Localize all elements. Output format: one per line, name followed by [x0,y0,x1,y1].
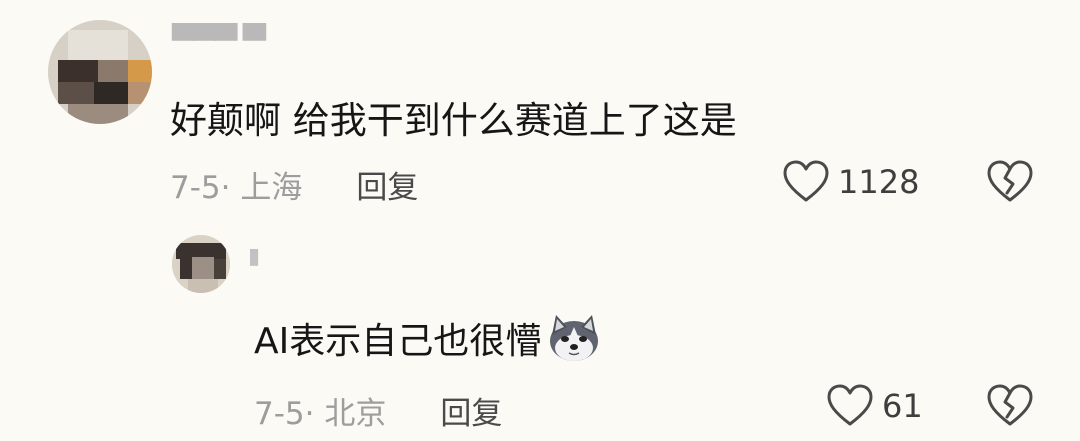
username[interactable]: ▀▀▀ ▀ [172,24,266,59]
reply-meta: 7-5· 北京 回复 [254,388,502,433]
like-button[interactable]: 61 [826,384,923,428]
comment-text: 好颠啊 给我干到什么赛道上了这是 [170,99,737,142]
avatar[interactable] [172,235,230,293]
like-count: 1128 [838,163,920,201]
reply-button[interactable]: 回复 [440,388,502,433]
comment-meta: 7-5· 上海 回复 [170,162,418,207]
reply-date-location: 7-5· 北京 [254,396,387,432]
broken-heart-icon [986,160,1034,204]
reply-text-content: AI表示自己也很懵 [254,321,542,362]
dislike-button[interactable] [986,160,1034,204]
reply-button[interactable]: 回复 [356,162,418,207]
like-button[interactable]: 1128 [782,160,919,204]
avatar[interactable] [48,20,152,124]
comment-date-location: 7-5· 上海 [170,170,303,206]
reply-text: AI表示自己也很懵 [254,312,601,364]
dislike-button[interactable] [986,384,1034,428]
like-count: 61 [882,387,923,425]
heart-outline-icon [782,160,830,204]
heart-outline-icon [826,384,874,428]
username[interactable]: ▮ [248,244,260,269]
husky-dog-emoji-icon [547,313,601,363]
broken-heart-icon [986,384,1034,428]
